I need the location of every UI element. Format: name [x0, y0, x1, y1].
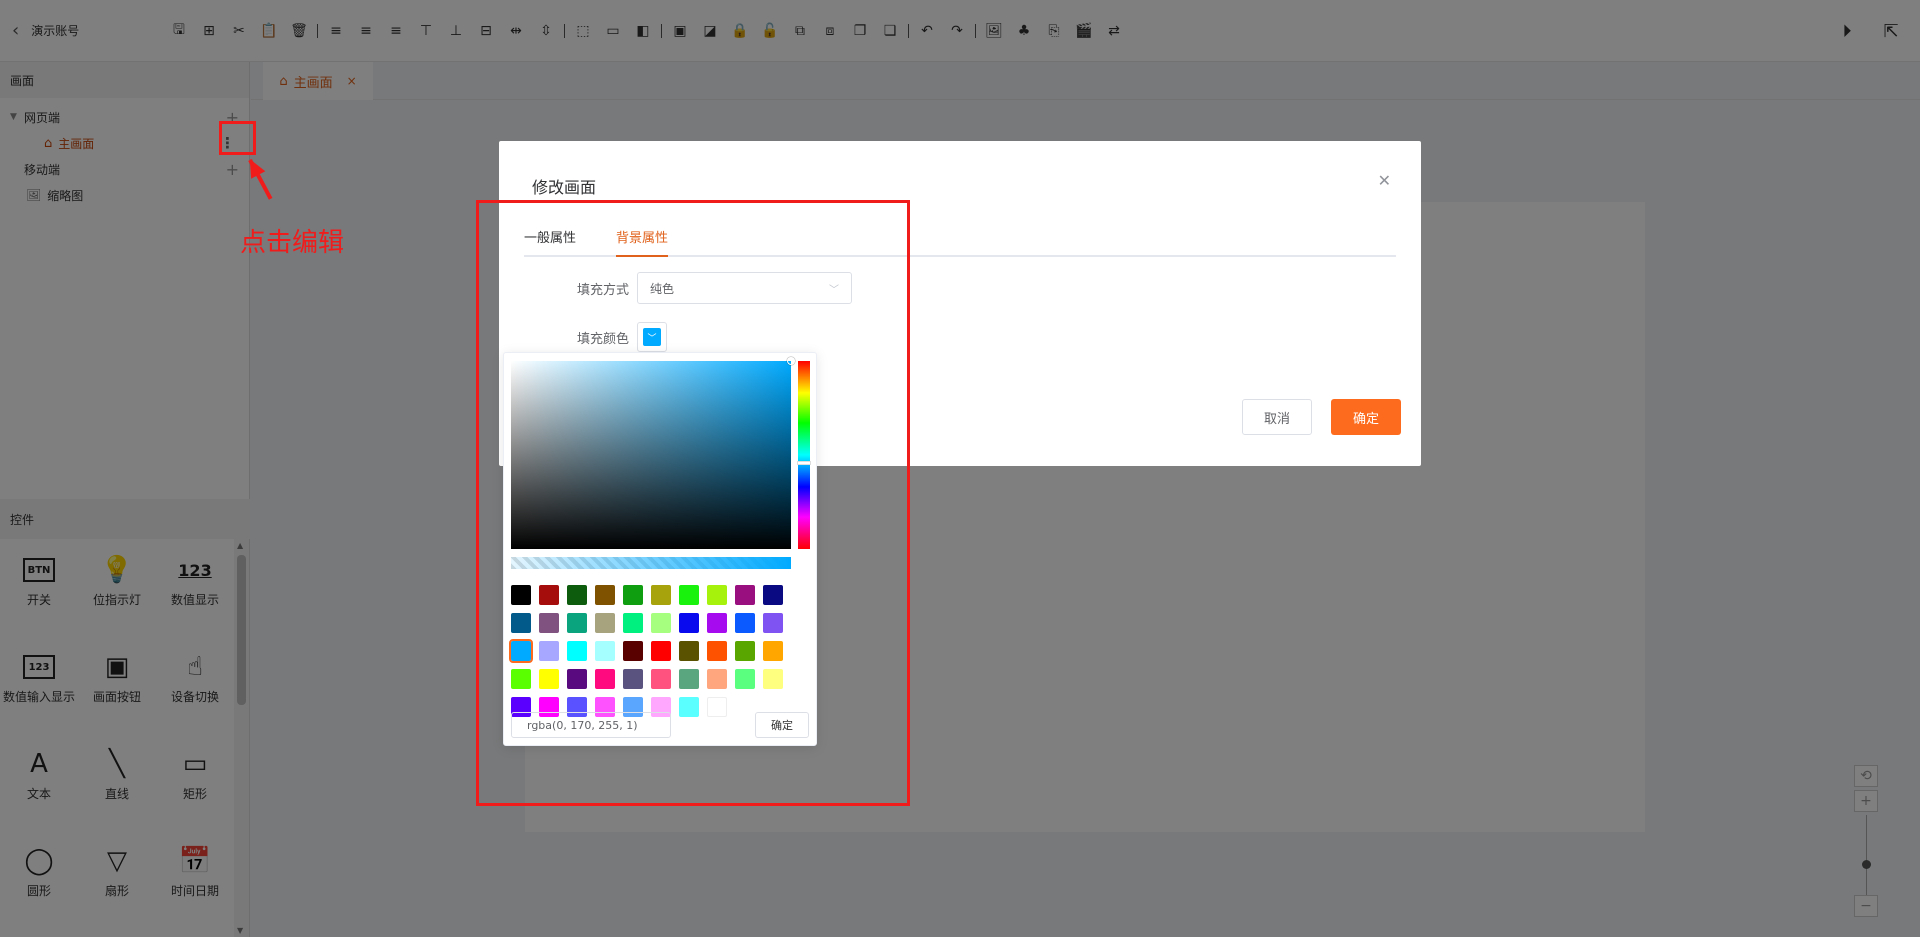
- color-swatch[interactable]: [735, 669, 755, 689]
- color-swatch[interactable]: [679, 641, 699, 661]
- color-swatch[interactable]: [567, 613, 587, 633]
- color-swatch[interactable]: [763, 613, 783, 633]
- color-swatch[interactable]: [567, 669, 587, 689]
- dialog-title: 修改画面: [532, 178, 597, 197]
- saturation-value-panel[interactable]: [511, 357, 795, 549]
- color-swatch[interactable]: [707, 697, 727, 717]
- color-swatch[interactable]: [595, 585, 615, 605]
- color-swatch[interactable]: [595, 641, 615, 661]
- color-swatch[interactable]: [511, 669, 531, 689]
- color-swatch[interactable]: [679, 697, 699, 717]
- color-swatch[interactable]: [679, 613, 699, 633]
- hue-slider[interactable]: [797, 361, 811, 549]
- color-swatch[interactable]: [567, 585, 587, 605]
- color-swatch[interactable]: [707, 669, 727, 689]
- color-swatch[interactable]: [707, 613, 727, 633]
- color-value-input[interactable]: rgba(0, 170, 255, 1): [511, 712, 671, 738]
- color-swatch[interactable]: [763, 585, 783, 605]
- color-swatch[interactable]: [735, 585, 755, 605]
- color-swatch[interactable]: [623, 585, 643, 605]
- confirm-button[interactable]: 确定: [1331, 399, 1401, 435]
- color-swatch[interactable]: [595, 613, 615, 633]
- color-swatch[interactable]: [763, 641, 783, 661]
- color-swatch[interactable]: [763, 669, 783, 689]
- annotation-text: 点击编辑: [240, 228, 345, 258]
- color-swatch[interactable]: [511, 585, 531, 605]
- color-swatch[interactable]: [567, 641, 587, 661]
- color-swatch[interactable]: [707, 585, 727, 605]
- color-swatch[interactable]: [623, 613, 643, 633]
- color-swatch[interactable]: [651, 585, 671, 605]
- color-picker-dropdown: rgba(0, 170, 255, 1) 确定: [503, 352, 817, 746]
- predefined-swatches: [509, 564, 811, 717]
- color-swatch[interactable]: [539, 613, 559, 633]
- close-icon[interactable]: ✕: [1378, 171, 1391, 190]
- color-swatch[interactable]: [539, 669, 559, 689]
- annotation-highlight-more: [219, 121, 256, 155]
- sv-cursor[interactable]: [787, 357, 795, 365]
- color-swatch[interactable]: [539, 641, 559, 661]
- color-swatch[interactable]: [595, 669, 615, 689]
- color-swatch[interactable]: [623, 669, 643, 689]
- color-confirm-button[interactable]: 确定: [755, 712, 809, 738]
- color-swatch[interactable]: [707, 641, 727, 661]
- color-swatch[interactable]: [511, 613, 531, 633]
- color-swatch[interactable]: [651, 669, 671, 689]
- color-swatch[interactable]: [509, 639, 533, 663]
- color-swatch[interactable]: [539, 585, 559, 605]
- color-swatch[interactable]: [651, 613, 671, 633]
- color-swatch[interactable]: [679, 585, 699, 605]
- cancel-button[interactable]: 取消: [1242, 399, 1312, 435]
- color-swatch[interactable]: [623, 641, 643, 661]
- hue-thumb[interactable]: [797, 461, 811, 465]
- color-swatch[interactable]: [735, 641, 755, 661]
- color-swatch[interactable]: [651, 641, 671, 661]
- color-swatch[interactable]: [735, 613, 755, 633]
- color-swatch[interactable]: [679, 669, 699, 689]
